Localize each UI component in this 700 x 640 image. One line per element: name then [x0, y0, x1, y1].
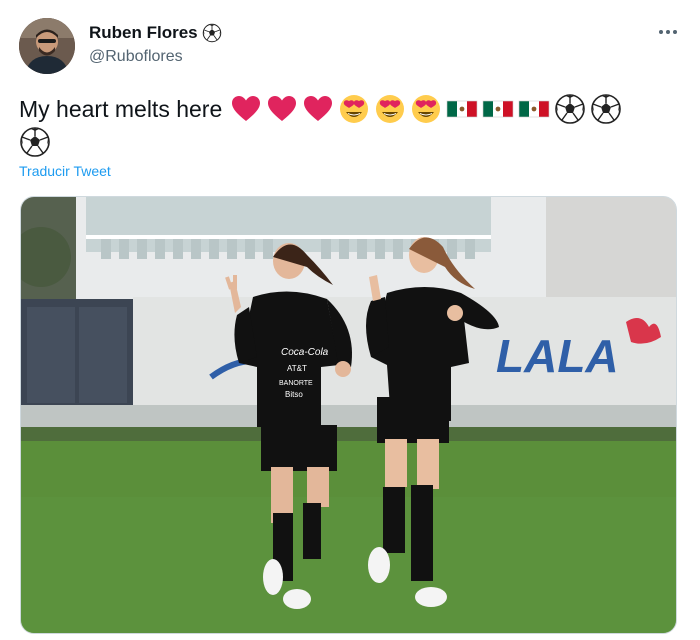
red-heart-icon	[230, 93, 262, 125]
red-heart-icon	[266, 93, 298, 125]
banner-text: LALA	[496, 330, 619, 382]
mexico-flag-icon	[446, 93, 478, 125]
display-name[interactable]: Ruben Flores	[89, 23, 222, 43]
heart-eyes-face-icon	[338, 93, 370, 125]
jersey-sponsor-4: Bitso	[285, 390, 303, 399]
translate-tweet-link[interactable]: Traducir Tweet	[19, 163, 111, 179]
jersey-sponsor-2: AT&T	[287, 364, 307, 373]
soccer-ball-icon	[590, 93, 622, 125]
jersey-sponsor-1: Coca-Cola	[281, 347, 329, 358]
tweet-photo[interactable]: LALA Coca-Cola AT&T BANORTE Bitso	[20, 196, 677, 634]
heart-eyes-face-icon	[410, 93, 442, 125]
user-handle[interactable]: @Ruboflores	[89, 48, 183, 66]
tweet-text-body: My heart melts here	[19, 95, 223, 122]
display-name-text: Ruben Flores	[89, 23, 198, 42]
jersey-sponsor-3: BANORTE	[279, 380, 313, 387]
tweet-text: My heart melts here	[19, 90, 626, 128]
mexico-flag-icon	[518, 93, 550, 125]
soccer-ball-icon	[19, 126, 51, 158]
tweet-text-line-2	[19, 124, 55, 160]
avatar[interactable]	[19, 18, 75, 74]
soccer-ball-icon	[554, 93, 586, 125]
mexico-flag-icon	[482, 93, 514, 125]
more-options-icon[interactable]	[655, 24, 681, 40]
heart-eyes-face-icon	[374, 93, 406, 125]
soccer-ball-icon	[202, 23, 222, 43]
red-heart-icon	[302, 93, 334, 125]
tweet-card: Ruben Flores @Ruboflores My heart melts …	[0, 0, 700, 640]
